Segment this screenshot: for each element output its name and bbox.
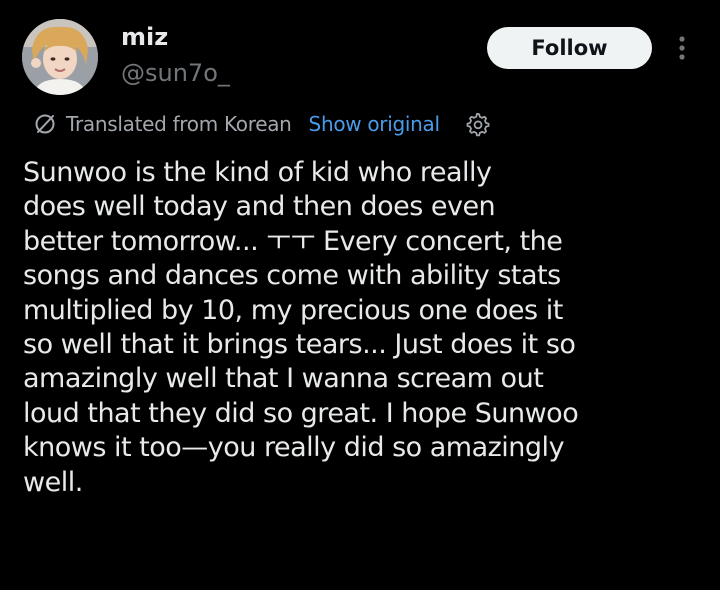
tweet-text-line: knows it too—you really did so amazingly bbox=[23, 432, 565, 464]
translate-icon bbox=[35, 114, 55, 134]
show-original-link[interactable]: Show original bbox=[309, 112, 440, 136]
more-vertical-icon[interactable] bbox=[674, 33, 690, 63]
gear-icon[interactable] bbox=[464, 111, 490, 137]
tweet-text-line: multiplied by 10, my precious one does i… bbox=[23, 294, 563, 326]
tweet-text-line: better tomorrow... ㅜㅜ Every concert, the bbox=[23, 225, 563, 257]
avatar-photo-icon bbox=[22, 19, 98, 95]
tweet-text-line: Sunwoo is the kind of kid who really bbox=[23, 157, 492, 188]
author-display-name[interactable]: miz bbox=[121, 22, 168, 52]
translated-from-label: Translated from Korean bbox=[66, 112, 292, 136]
tweet-text-line: well. bbox=[23, 466, 83, 498]
tweet-text: Sunwoo is the kind of kid who really doe… bbox=[23, 156, 703, 500]
follow-button[interactable]: Follow bbox=[487, 27, 652, 69]
tweet-text-line: amazingly well that I wanna scream out bbox=[23, 363, 544, 395]
author-avatar[interactable] bbox=[22, 19, 98, 95]
tweet-text-line: so well that it brings tears... Just doe… bbox=[23, 329, 576, 361]
translation-bar: Translated from Korean Show original bbox=[33, 109, 490, 139]
tweet-text-line: songs and dances come with ability stats bbox=[23, 260, 561, 292]
author-handle[interactable]: @sun7o_ bbox=[121, 58, 230, 88]
tweet-text-line: does well today and then does even bbox=[23, 191, 496, 223]
tweet-text-line: loud that they did so great. I hope Sunw… bbox=[23, 397, 579, 429]
